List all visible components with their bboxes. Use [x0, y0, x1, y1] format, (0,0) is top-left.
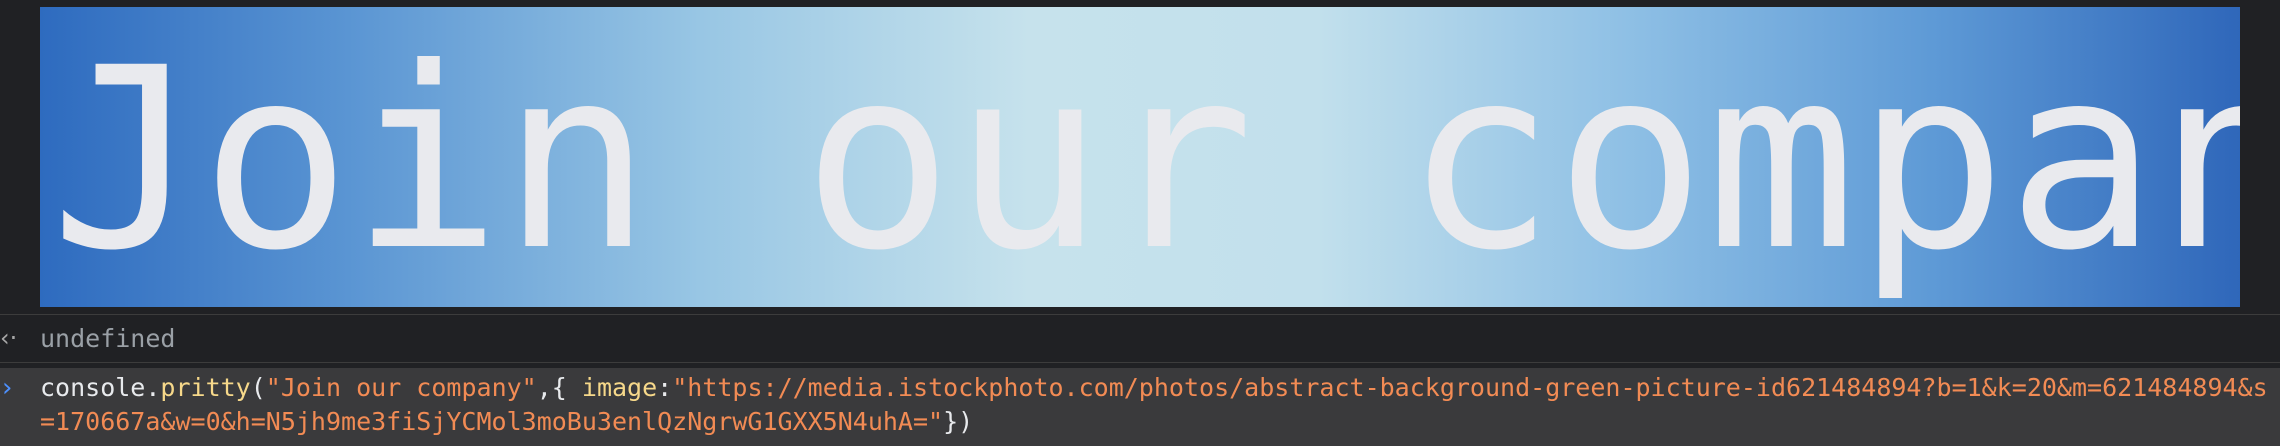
code-key: image	[581, 373, 658, 402]
code-close: })	[943, 407, 974, 436]
console-result-entry: ‹· undefined	[0, 314, 2280, 363]
code-comma-brace: ,{	[536, 373, 582, 402]
console-code[interactable]: console.pritty("Join our company",{ imag…	[40, 371, 2270, 439]
prompt-chevron-icon: ›	[2, 373, 13, 403]
code-method: pritty	[160, 373, 251, 402]
devtools-console: Join our company ‹· undefined › console.…	[0, 0, 2280, 446]
code-open-paren: (	[250, 373, 266, 402]
code-object: console	[40, 373, 146, 402]
code-colon: :	[657, 373, 673, 402]
code-string-arg: "Join our company"	[265, 373, 537, 402]
code-dot: .	[145, 373, 161, 402]
styled-log-banner: Join our company	[40, 7, 2240, 307]
console-input-entry[interactable]: › console.pritty("Join our company",{ im…	[0, 368, 2280, 446]
console-log-entry: Join our company	[0, 0, 2280, 312]
return-arrow-icon: ‹·	[0, 324, 18, 352]
result-value: undefined	[40, 324, 176, 353]
banner-text: Join our company	[50, 14, 2240, 305]
